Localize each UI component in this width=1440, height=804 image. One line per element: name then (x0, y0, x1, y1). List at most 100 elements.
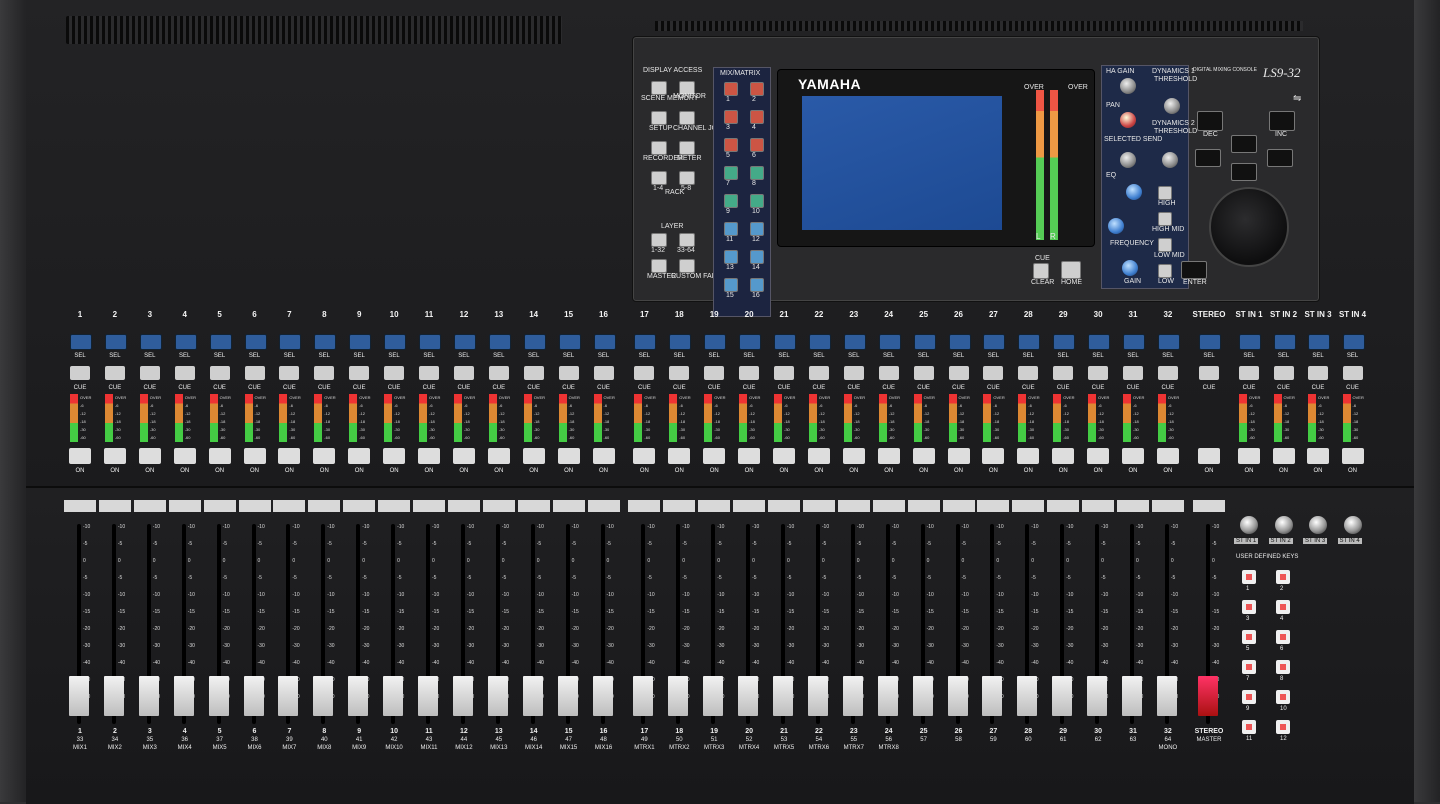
scene-memory-button[interactable] (651, 81, 667, 95)
fader-knob[interactable] (842, 676, 863, 716)
mix-matrix-button-3[interactable] (724, 110, 738, 124)
dec-button[interactable] (1197, 111, 1223, 131)
st-in-level-knob-1[interactable] (1240, 516, 1258, 534)
cue-button[interactable] (948, 366, 969, 380)
mix-matrix-button-16[interactable] (750, 278, 764, 292)
mix-matrix-button-11[interactable] (724, 222, 738, 236)
cue-button[interactable] (384, 366, 405, 380)
on-button[interactable] (487, 448, 510, 464)
cue-button[interactable] (704, 366, 725, 380)
fader-knob[interactable] (418, 676, 438, 716)
fader-knob[interactable] (1087, 676, 1108, 716)
fader-knob[interactable] (1122, 676, 1142, 716)
fader-knob[interactable] (1052, 676, 1073, 716)
cue-button[interactable] (1273, 366, 1294, 380)
sel-button[interactable] (669, 334, 692, 350)
on-button[interactable] (557, 448, 580, 464)
sel-button[interactable] (384, 334, 407, 350)
rack-5-8-button[interactable] (679, 171, 695, 185)
fader-knob[interactable] (912, 676, 933, 716)
user-defined-key-8[interactable] (1276, 660, 1290, 674)
fader-knob[interactable] (243, 676, 264, 716)
on-button[interactable] (1156, 448, 1179, 464)
sel-button[interactable] (1273, 334, 1296, 350)
cue-button[interactable] (1088, 366, 1109, 380)
cue-button[interactable] (669, 366, 690, 380)
cue-button[interactable] (1308, 366, 1328, 380)
fader-knob[interactable] (947, 676, 968, 716)
fader-knob[interactable] (1156, 676, 1177, 716)
fader-knob[interactable] (633, 676, 654, 716)
user-defined-key-11[interactable] (1242, 720, 1256, 734)
mix-matrix-button-5[interactable] (724, 138, 738, 152)
st-in-level-knob-4[interactable] (1343, 516, 1362, 534)
sel-button[interactable] (70, 334, 92, 350)
custom-fader-button[interactable] (679, 259, 695, 273)
eq-high-button[interactable] (1158, 186, 1172, 200)
fader-knob[interactable] (877, 676, 898, 716)
mix-matrix-button-2[interactable] (750, 82, 764, 96)
cue-button[interactable] (878, 366, 899, 380)
channel-job-button[interactable] (679, 111, 695, 125)
sel-button[interactable] (139, 334, 162, 350)
enter-button[interactable] (1181, 261, 1207, 279)
on-button[interactable] (69, 448, 91, 464)
cue-button[interactable] (983, 366, 1004, 380)
sel-button[interactable] (523, 334, 546, 350)
selected-send-knob[interactable] (1120, 152, 1136, 168)
mix-matrix-button-4[interactable] (750, 110, 764, 124)
sel-button[interactable] (913, 334, 936, 350)
sel-button[interactable] (808, 334, 831, 350)
cue-button[interactable] (349, 366, 370, 380)
cue-button[interactable] (593, 366, 614, 380)
mix-matrix-button-9[interactable] (724, 194, 738, 208)
master-layer-button[interactable] (651, 259, 667, 273)
user-defined-key-3[interactable] (1242, 600, 1256, 614)
fader-knob[interactable] (103, 676, 124, 716)
cursor-left-button[interactable] (1195, 149, 1221, 167)
fader-knob[interactable] (773, 676, 793, 716)
on-button[interactable] (138, 448, 161, 464)
user-defined-key-6[interactable] (1276, 630, 1290, 644)
pan-knob[interactable] (1120, 112, 1136, 128)
layer-33-64-button[interactable] (679, 233, 695, 247)
mix-matrix-button-14[interactable] (750, 250, 764, 264)
fader-knob[interactable] (982, 676, 1003, 716)
rack-1-4-button[interactable] (651, 171, 667, 185)
cue-button[interactable] (70, 366, 90, 380)
dynamics1-knob[interactable] (1164, 98, 1180, 114)
mix-matrix-button-1[interactable] (724, 82, 738, 96)
sel-button[interactable] (843, 334, 866, 350)
on-button[interactable] (173, 448, 196, 464)
on-button[interactable] (1272, 448, 1295, 464)
fader-knob[interactable] (173, 676, 194, 716)
data-entry-dial[interactable] (1209, 187, 1289, 267)
sel-button[interactable] (558, 334, 581, 350)
cue-button[interactable] (808, 366, 829, 380)
mix-matrix-button-7[interactable] (724, 166, 738, 180)
on-button[interactable] (1307, 448, 1329, 464)
fader-knob[interactable] (208, 676, 229, 716)
eq-frequency-knob[interactable] (1108, 218, 1124, 234)
on-button[interactable] (1198, 448, 1220, 464)
on-button[interactable] (348, 448, 371, 464)
fader-knob[interactable] (487, 676, 508, 716)
layer-1-32-button[interactable] (651, 233, 667, 247)
fader-knob[interactable] (69, 676, 89, 716)
cue-button[interactable] (488, 366, 509, 380)
fader-knob[interactable] (557, 676, 578, 716)
on-button[interactable] (103, 448, 126, 464)
sel-button[interactable] (349, 334, 372, 350)
cursor-right-button[interactable] (1267, 149, 1293, 167)
sel-button[interactable] (1123, 334, 1145, 350)
cue-button[interactable] (523, 366, 544, 380)
on-button[interactable] (773, 448, 795, 464)
eq-low-button[interactable] (1158, 264, 1172, 278)
sel-button[interactable] (104, 334, 127, 350)
cue-button[interactable] (1239, 366, 1259, 380)
on-button[interactable] (592, 448, 615, 464)
on-button[interactable] (842, 448, 865, 464)
cue-button[interactable] (774, 366, 794, 380)
fader-knob[interactable] (348, 676, 369, 716)
on-button[interactable] (912, 448, 935, 464)
